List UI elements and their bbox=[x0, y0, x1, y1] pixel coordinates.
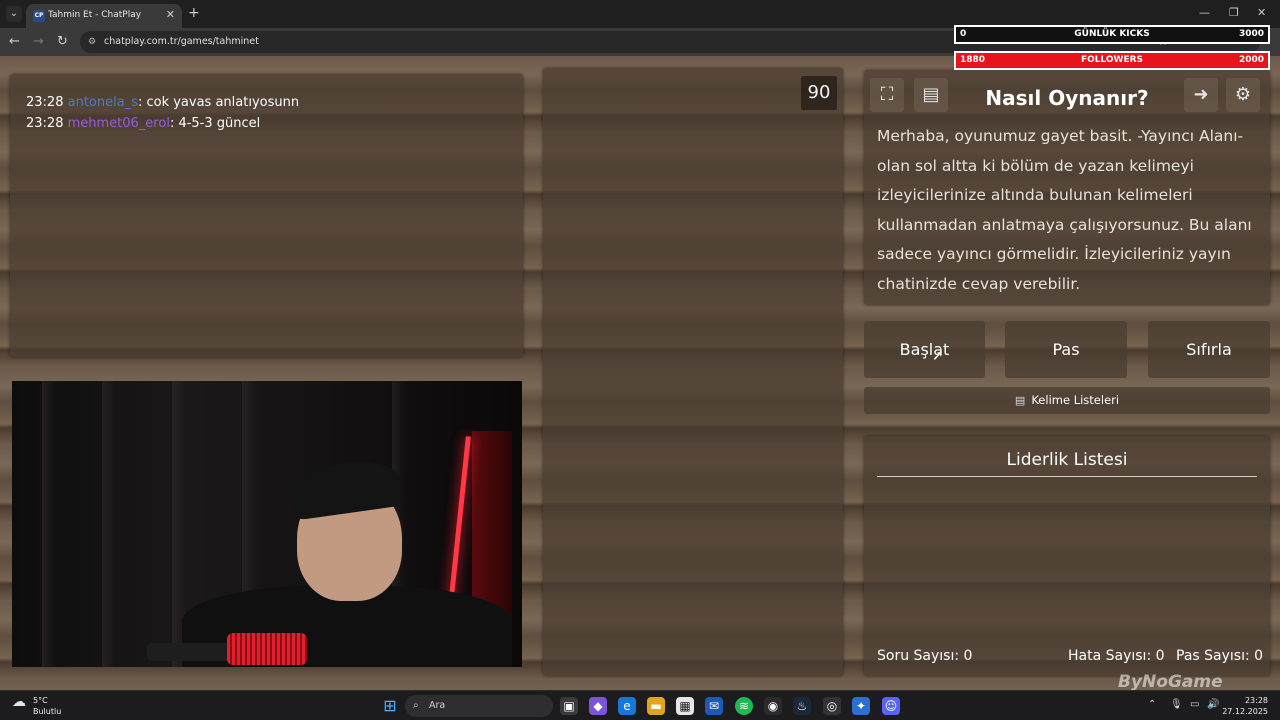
followers-target: 2000 bbox=[1238, 55, 1264, 65]
daily-kicks-goal: 0 GÜNLÜK KICKS 3000 bbox=[954, 25, 1270, 44]
chat-message: 23:28 mehmet06_erol: 4-5-3 güncel bbox=[26, 116, 260, 131]
chat-text: : cok yavas anlatıyosunn bbox=[137, 95, 300, 110]
chat-message: 23:28 antonela_s: cok yavas anlatıyosunn bbox=[26, 95, 299, 110]
game-page: 23:28 antonela_s: cok yavas anlatıyosunn… bbox=[0, 56, 1280, 690]
search-placeholder: Ara bbox=[429, 700, 446, 711]
leaderboard-title: Liderlik Listesi bbox=[877, 450, 1257, 477]
restore-icon[interactable]: ❐ bbox=[1229, 6, 1239, 19]
chat-text: : 4-5-3 güncel bbox=[169, 116, 261, 131]
weather-temperature: 5°C bbox=[33, 696, 48, 705]
webcam-feed bbox=[12, 381, 522, 667]
how-to-play-panel: ⛶ ▤ Nasıl Oynanır? ➜ ⚙ Merhaba, oyunumuz… bbox=[864, 70, 1270, 305]
app-icon[interactable]: ✦ bbox=[852, 697, 870, 715]
taskbar-search[interactable]: ⌕ Ara bbox=[405, 695, 553, 717]
microphone bbox=[227, 633, 307, 665]
word-area-panel: 90 bbox=[543, 68, 843, 676]
microphone-icon[interactable]: 🎙 bbox=[1170, 699, 1183, 710]
network-icon[interactable]: ▭ bbox=[1190, 699, 1199, 710]
minimize-icon[interactable]: — bbox=[1199, 6, 1210, 19]
search-icon: ⌕ bbox=[413, 700, 419, 711]
volume-icon[interactable]: 🔊 bbox=[1207, 699, 1219, 710]
question-count-value: 0 bbox=[963, 648, 973, 664]
pass-count: Pas Sayısı: 0 bbox=[1176, 648, 1263, 664]
reload-icon[interactable]: ↻ bbox=[57, 34, 68, 49]
bynogame-logo: ByNoGame bbox=[1118, 672, 1223, 692]
tray-chevron-icon[interactable]: ⌃ bbox=[1148, 699, 1156, 710]
browser-tab-active[interactable]: CP Tahmin Et - ChatPlay ✕ bbox=[26, 4, 182, 28]
clock-date: 27.12.2025 bbox=[1222, 707, 1268, 716]
back-icon[interactable]: ← bbox=[9, 34, 20, 49]
neon-light bbox=[448, 436, 471, 606]
start-menu-icon[interactable]: ⊞ bbox=[381, 697, 399, 715]
tab-search-icon[interactable]: ⌄ bbox=[6, 6, 22, 22]
discord-icon[interactable]: ☺ bbox=[882, 697, 900, 715]
address-url: chatplay.com.tr/games/tahminet bbox=[104, 36, 259, 47]
error-count-value: 0 bbox=[1155, 648, 1165, 664]
browser-tabstrip: ⌄ CP Tahmin Et - ChatPlay ✕ + — ❐ ✕ bbox=[0, 0, 1280, 28]
mouse-cursor-icon: ➚ bbox=[932, 348, 944, 364]
chat-time: 23:28 bbox=[26, 95, 64, 110]
weather-condition: Bulutlu bbox=[33, 707, 62, 716]
window-close-icon[interactable]: ✕ bbox=[1257, 6, 1266, 19]
start-button[interactable]: Başlat bbox=[864, 321, 985, 378]
chrome-icon[interactable]: ◉ bbox=[764, 697, 782, 715]
obs-icon[interactable]: ◎ bbox=[823, 697, 841, 715]
spotify-icon[interactable]: ≋ bbox=[735, 697, 753, 715]
cloud-icon: ☁ bbox=[12, 694, 26, 710]
followers-goal: 1880 FOLLOWERS 2000 bbox=[954, 51, 1270, 70]
edge-browser-icon[interactable]: e bbox=[618, 697, 636, 715]
tab-close-icon[interactable]: ✕ bbox=[166, 8, 175, 21]
chat-username: mehmet06_erol bbox=[67, 116, 170, 131]
kicks-label: GÜNLÜK KICKS bbox=[1074, 29, 1150, 39]
leaderboard-panel: Liderlik Listesi Soru Sayısı: 0 Hata Say… bbox=[864, 436, 1270, 676]
pass-button[interactable]: Pas bbox=[1005, 321, 1127, 378]
clock-time: 23:28 bbox=[1244, 696, 1268, 705]
document-icon: ▤ bbox=[1014, 394, 1026, 407]
copilot-icon[interactable]: ◆ bbox=[589, 697, 607, 715]
question-count-label: Soru Sayısı: bbox=[877, 648, 960, 664]
reset-button[interactable]: Sıfırla bbox=[1148, 321, 1270, 378]
timer: 90 bbox=[801, 76, 837, 110]
chat-panel: 23:28 antonela_s: cok yavas anlatıyosunn… bbox=[10, 74, 523, 357]
new-tab-icon[interactable]: + bbox=[188, 5, 200, 21]
store-icon[interactable]: ▦ bbox=[676, 697, 694, 715]
word-lists-label: Kelime Listeleri bbox=[1031, 393, 1120, 407]
file-explorer-icon[interactable]: ▬ bbox=[647, 697, 665, 715]
exit-icon[interactable]: ➜ bbox=[1184, 78, 1218, 112]
task-view-icon[interactable]: ▣ bbox=[560, 697, 578, 715]
word-lists-button[interactable]: ▤ Kelime Listeleri bbox=[864, 387, 1270, 414]
pass-count-value: 0 bbox=[1254, 648, 1264, 664]
mail-icon[interactable]: ✉ bbox=[705, 697, 723, 715]
tab-title: Tahmin Et - ChatPlay bbox=[48, 10, 142, 20]
chat-username: antonela_s bbox=[67, 95, 138, 110]
error-count-label: Hata Sayısı: bbox=[1068, 648, 1152, 664]
steam-icon[interactable]: ♨ bbox=[793, 697, 811, 715]
site-info-icon[interactable]: ⚙ bbox=[88, 31, 96, 53]
forward-icon[interactable]: → bbox=[33, 34, 44, 49]
chatplay-favicon-icon: CP bbox=[33, 10, 45, 22]
how-to-play-text: Merhaba, oyunumuz gayet basit. -Yayıncı … bbox=[877, 127, 1252, 293]
kicks-target: 3000 bbox=[1238, 29, 1264, 39]
followers-label: FOLLOWERS bbox=[1080, 55, 1144, 65]
error-count: Hata Sayısı: 0 bbox=[1068, 648, 1165, 664]
pass-count-label: Pas Sayısı: bbox=[1176, 648, 1250, 664]
settings-gear-icon[interactable]: ⚙ bbox=[1226, 78, 1260, 112]
question-count: Soru Sayısı: 0 bbox=[877, 648, 972, 664]
windows-taskbar: ☁ 5°C Bulutlu ⊞ ⌕ Ara ▣ ◆ e ▬ ▦ ✉ ≋ ◉ ♨ … bbox=[0, 690, 1280, 720]
system-clock[interactable]: 23:28 27.12.2025 bbox=[1222, 695, 1268, 717]
chat-time: 23:28 bbox=[26, 116, 64, 131]
